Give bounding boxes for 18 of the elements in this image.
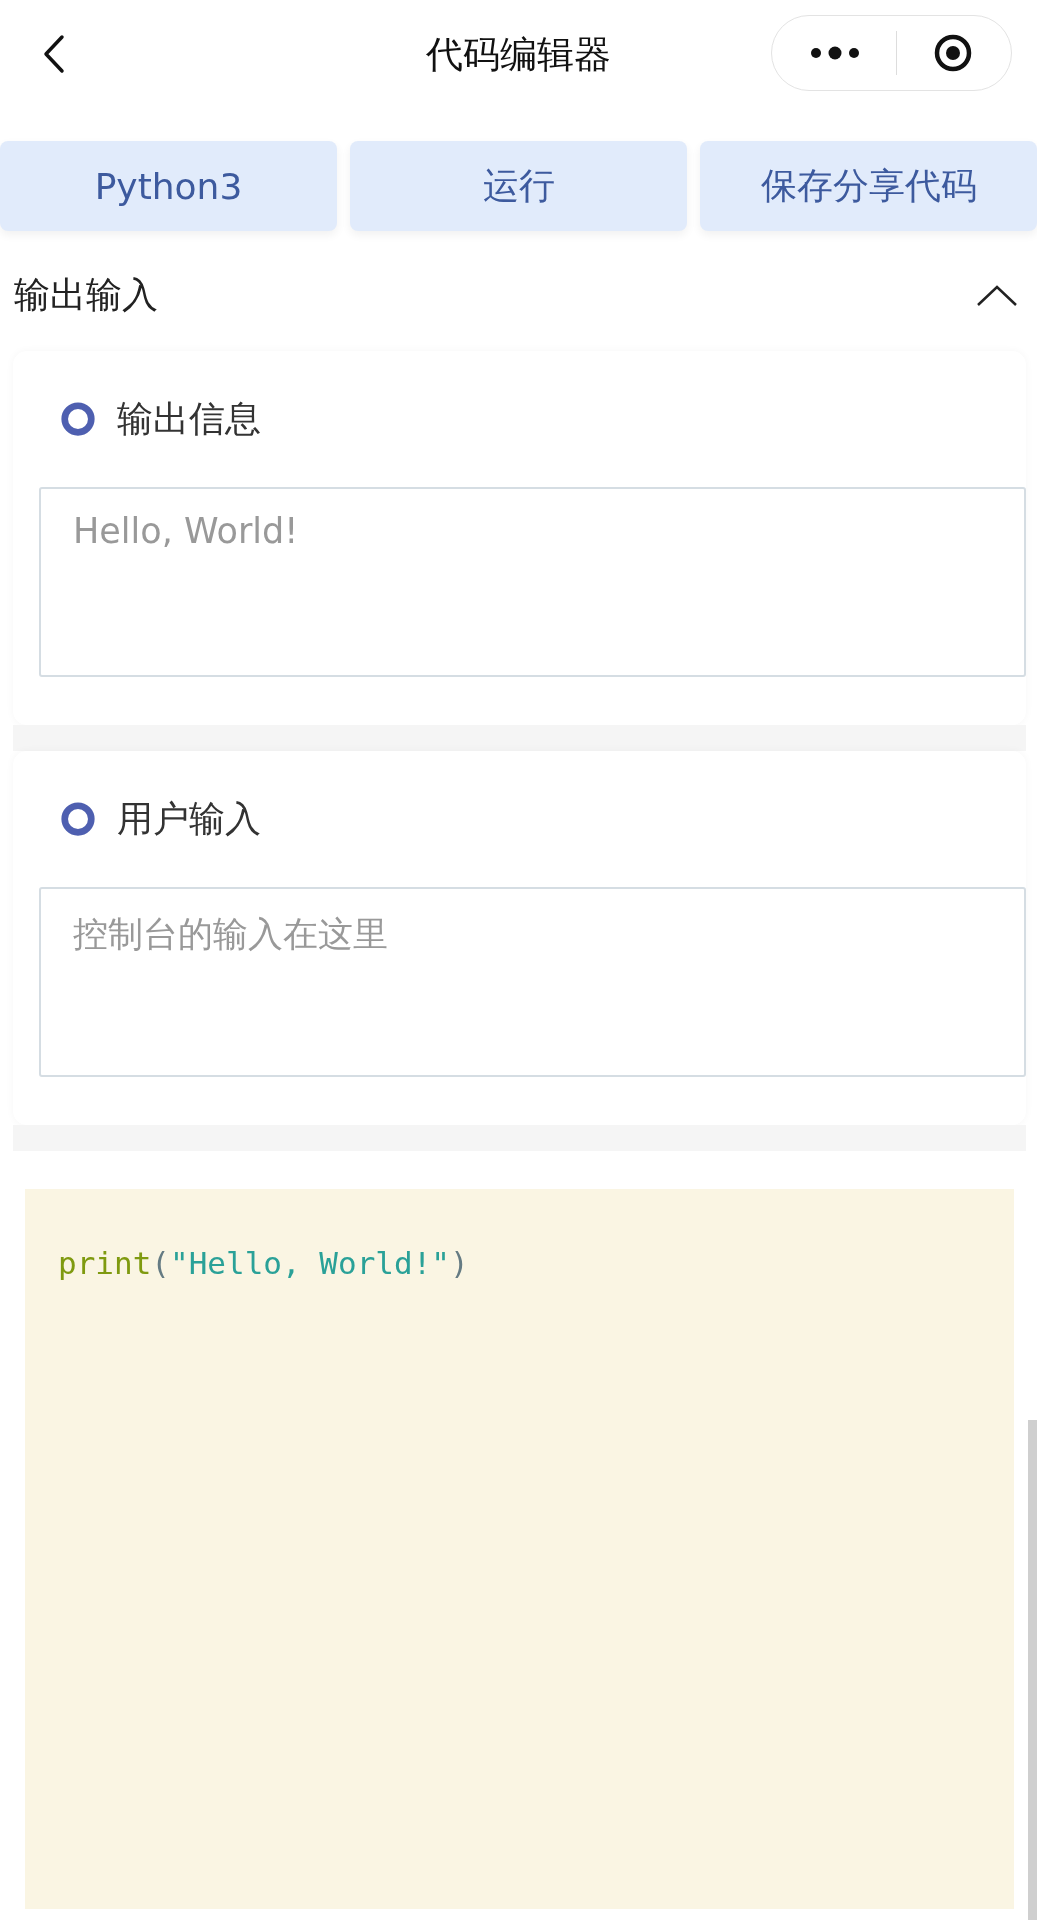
scrollbar[interactable]	[1028, 1420, 1037, 1920]
toolbar-button[interactable]: 保存分享代码	[700, 141, 1037, 231]
panel-label: 用户输入	[117, 796, 261, 841]
ring-icon	[59, 400, 97, 438]
page-title: 代码编辑器	[426, 32, 611, 78]
code-line: print("Hello, World!")	[58, 1245, 470, 1281]
more-icon[interactable]	[809, 46, 860, 60]
chevron-icon[interactable]	[975, 283, 1019, 307]
panel-label: 输出信息	[117, 396, 261, 441]
toolbar-button[interactable]: 运行	[350, 141, 687, 231]
close-icon[interactable]	[933, 33, 974, 73]
text-area[interactable]: Hello, World!	[39, 487, 1026, 677]
section-title: 输出输入	[14, 272, 158, 317]
toolbar-button[interactable]: Python3	[0, 141, 337, 231]
text-area[interactable]: 控制台的输入在这里	[39, 887, 1026, 1077]
back-icon[interactable]	[42, 34, 66, 74]
code-editor[interactable]: print("Hello, World!")	[25, 1189, 1014, 1909]
ring-icon	[59, 800, 97, 838]
